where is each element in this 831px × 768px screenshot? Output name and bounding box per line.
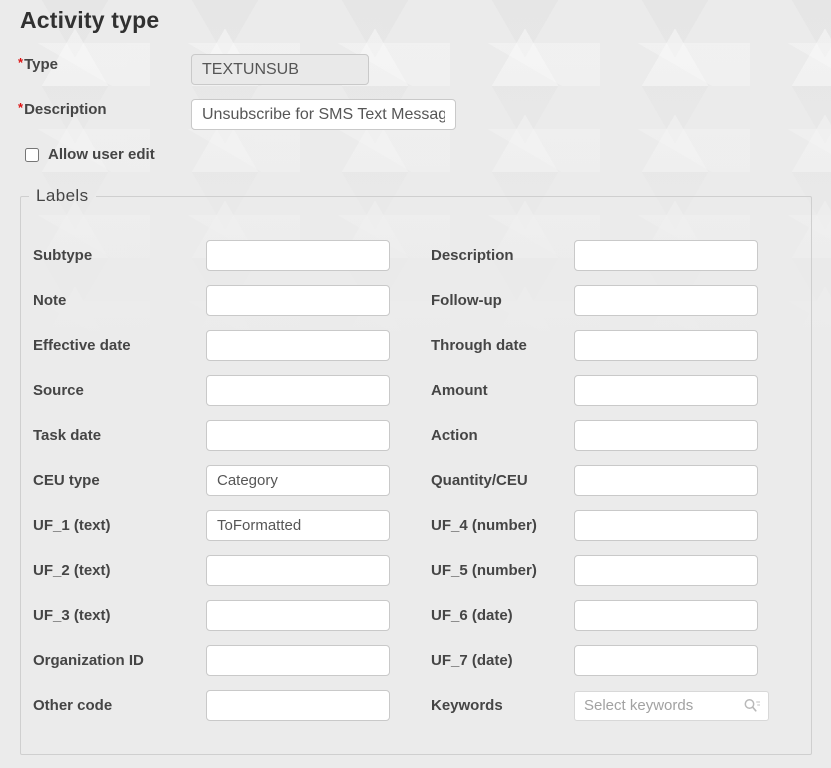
field-label-note: Note: [33, 292, 66, 309]
column-spacer: [389, 330, 431, 361]
field-input-uf-5-number[interactable]: [574, 555, 758, 586]
field-label-uf-3-text: UF_3 (text): [33, 607, 111, 624]
field-label-quantity-ceu: Quantity/CEU: [431, 472, 528, 489]
field-input-follow-up[interactable]: [574, 285, 758, 316]
field-input-through-date[interactable]: [574, 330, 758, 361]
field-label-uf-4-number: UF_4 (number): [431, 517, 537, 534]
field-input-other-code[interactable]: [206, 690, 390, 721]
keywords-placeholder: Select keywords: [584, 697, 693, 714]
allow-user-edit-checkbox[interactable]: [25, 148, 39, 162]
column-spacer: [389, 240, 431, 271]
field-label-uf-1-text: UF_1 (text): [33, 517, 111, 534]
column-spacer: [389, 555, 431, 586]
field-label-ceu-type: CEU type: [33, 472, 100, 489]
column-spacer: [389, 645, 431, 676]
description-label-text: Description: [24, 101, 107, 118]
field-label-description: Description: [431, 247, 514, 264]
field-label-through-date: Through date: [431, 337, 527, 354]
labels-fieldset: Labels Subtype Description Note Follow-up Ef…: [20, 186, 812, 755]
field-label-amount: Amount: [431, 382, 488, 399]
column-spacer: [389, 600, 431, 631]
field-label-subtype: Subtype: [33, 247, 92, 264]
keywords-select[interactable]: Select keywords: [574, 691, 769, 721]
field-input-amount[interactable]: [574, 375, 758, 406]
type-label: *Type: [18, 56, 58, 73]
column-spacer: [389, 510, 431, 541]
field-input-uf-1-text[interactable]: [206, 510, 390, 541]
field-input-organization-id[interactable]: [206, 645, 390, 676]
field-label-follow-up: Follow-up: [431, 292, 502, 309]
field-input-uf-3-text[interactable]: [206, 600, 390, 631]
required-marker: *: [18, 100, 23, 115]
column-spacer: [389, 465, 431, 496]
labels-legend: Labels: [29, 186, 96, 206]
column-spacer: [389, 420, 431, 451]
field-input-uf-7-date[interactable]: [574, 645, 758, 676]
field-label-uf-5-number: UF_5 (number): [431, 562, 537, 579]
required-marker: *: [18, 55, 23, 70]
field-input-quantity-ceu[interactable]: [574, 465, 758, 496]
page-title: Activity type: [20, 7, 159, 34]
field-input-uf-4-number[interactable]: [574, 510, 758, 541]
field-input-source[interactable]: [206, 375, 390, 406]
labels-grid: Subtype Description Note Follow-up Effective…: [21, 206, 811, 721]
field-label-effective-date: Effective date: [33, 337, 131, 354]
column-spacer: [389, 285, 431, 316]
description-input[interactable]: [191, 99, 456, 130]
field-input-description[interactable]: [574, 240, 758, 271]
field-label-uf-2-text: UF_2 (text): [33, 562, 111, 579]
activity-type-page: Activity type *Type *Description Allow u…: [0, 0, 831, 768]
field-input-ceu-type[interactable]: [206, 465, 390, 496]
field-label-keywords: Keywords: [431, 697, 503, 714]
field-input-note[interactable]: [206, 285, 390, 316]
allow-user-edit-label: Allow user edit: [48, 146, 155, 163]
field-input-subtype[interactable]: [206, 240, 390, 271]
field-input-uf-2-text[interactable]: [206, 555, 390, 586]
column-spacer: [389, 690, 431, 721]
type-input[interactable]: [191, 54, 369, 85]
description-label: *Description: [18, 101, 107, 118]
column-spacer: [389, 375, 431, 406]
field-label-action: Action: [431, 427, 478, 444]
field-label-task-date: Task date: [33, 427, 101, 444]
field-label-organization-id: Organization ID: [33, 652, 144, 669]
field-input-task-date[interactable]: [206, 420, 390, 451]
allow-user-edit-row: Allow user edit: [25, 146, 155, 163]
search-list-icon: [743, 698, 761, 713]
field-input-action[interactable]: [574, 420, 758, 451]
field-input-effective-date[interactable]: [206, 330, 390, 361]
field-input-uf-6-date[interactable]: [574, 600, 758, 631]
type-label-text: Type: [24, 56, 58, 73]
field-label-other-code: Other code: [33, 697, 112, 714]
field-label-uf-6-date: UF_6 (date): [431, 607, 513, 624]
field-label-uf-7-date: UF_7 (date): [431, 652, 513, 669]
field-label-source: Source: [33, 382, 84, 399]
